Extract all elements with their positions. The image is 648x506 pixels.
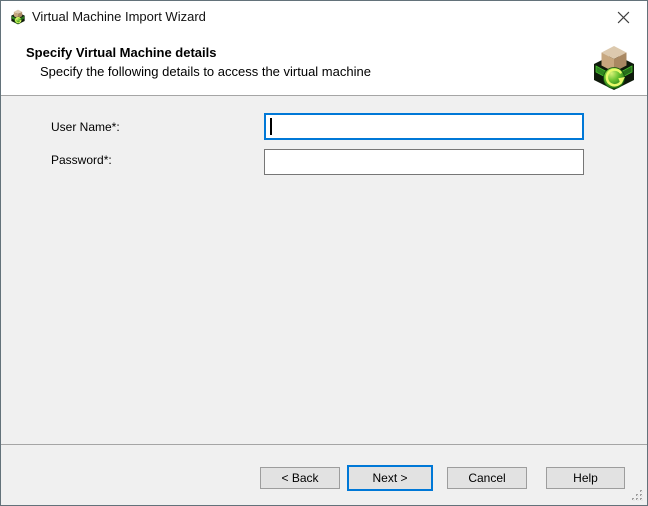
close-icon [617, 11, 630, 24]
window-title: Virtual Machine Import Wizard [32, 1, 206, 33]
resize-grip-icon [632, 490, 644, 502]
resize-grip[interactable] [632, 489, 644, 501]
help-button[interactable]: Help [546, 467, 625, 489]
step-subtitle: Specify the following details to access … [40, 64, 371, 79]
cancel-button[interactable]: Cancel [447, 467, 527, 489]
password-label: Password*: [51, 153, 112, 167]
step-title: Specify Virtual Machine details [26, 45, 217, 60]
vm-import-wizard-window: Virtual Machine Import Wizard Specify Vi… [0, 0, 648, 506]
vm-import-cube-sync-icon [590, 44, 638, 92]
username-label: User Name*: [51, 120, 120, 134]
next-button[interactable]: Next > [347, 465, 433, 491]
text-caret [270, 118, 272, 135]
vm-import-cube-icon [10, 9, 26, 25]
titlebar[interactable]: Virtual Machine Import Wizard [1, 1, 647, 33]
password-input[interactable] [264, 149, 584, 175]
back-button[interactable]: < Back [260, 467, 340, 489]
username-input[interactable] [264, 113, 584, 140]
wizard-header: Specify Virtual Machine details Specify … [1, 33, 647, 96]
close-button[interactable] [601, 2, 646, 32]
footer-separator [1, 444, 647, 445]
